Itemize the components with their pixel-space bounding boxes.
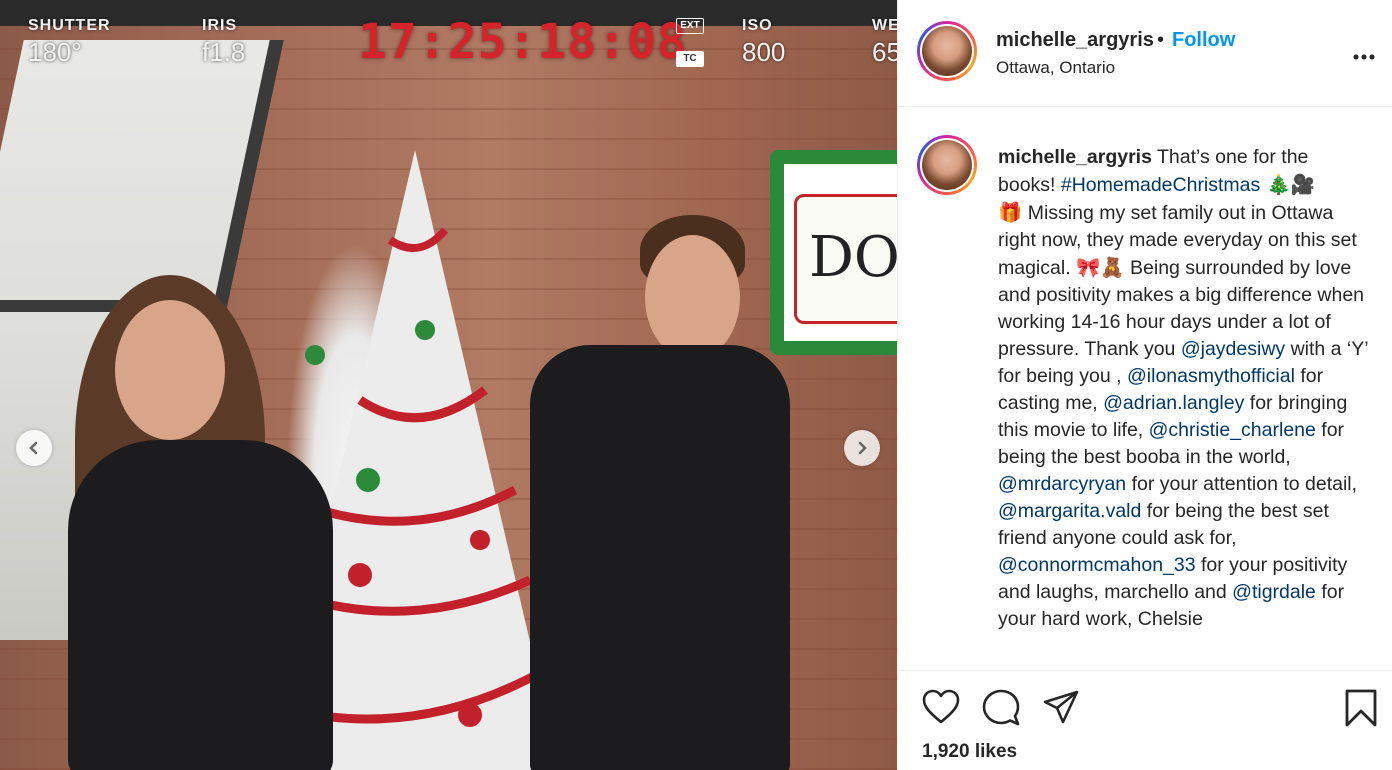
wb-label: WE xyxy=(872,17,897,34)
post-media[interactable]: DON SHUTTER 180° IRIS f1.8 17:25:18:08 E… xyxy=(0,0,897,770)
man-figure xyxy=(530,345,790,770)
shutter-label: SHUTTER xyxy=(28,17,111,34)
hashtag-link[interactable]: #HomemadeChristmas xyxy=(1061,174,1260,196)
action-bar: 1,920 likes xyxy=(898,670,1392,770)
more-options-button[interactable] xyxy=(1353,40,1375,66)
donation-sign: DON xyxy=(770,150,897,355)
comment-button[interactable] xyxy=(982,689,1020,732)
wb-value: 65 xyxy=(872,37,897,67)
previous-button[interactable] xyxy=(16,430,52,466)
caption-username[interactable]: michelle_argyris xyxy=(998,146,1152,168)
chevron-right-icon xyxy=(858,441,867,455)
caption-text: michelle_argyris That’s one for the book… xyxy=(998,146,1368,630)
mention-link[interactable]: @christie_charlene xyxy=(1149,419,1316,441)
like-button[interactable] xyxy=(922,689,960,730)
more-icon xyxy=(1353,54,1375,60)
post-sidebar: michelle_argyris • Follow Ottawa, Ontari… xyxy=(897,0,1392,770)
woman-face xyxy=(115,300,225,440)
heart-icon xyxy=(922,689,960,724)
caption-avatar[interactable] xyxy=(917,135,977,195)
iris-value: f1.8 xyxy=(202,37,246,67)
bookmark-icon xyxy=(1345,689,1377,727)
iso-label: ISO xyxy=(742,17,773,34)
tc-tag: TC xyxy=(676,51,704,67)
mention-link[interactable]: @connormcmahon_33 xyxy=(998,554,1196,576)
mention-link[interactable]: @mrdarcyryan xyxy=(998,473,1126,495)
mention-link[interactable]: @adrian.langley xyxy=(1103,392,1244,414)
mention-link[interactable]: @tigrdale xyxy=(1232,581,1316,603)
iso-value: 800 xyxy=(742,37,786,67)
sign-text: DON xyxy=(809,225,897,290)
next-button[interactable] xyxy=(844,430,880,466)
timecode: 17:25:18:08 xyxy=(358,14,687,70)
paper-plane-icon xyxy=(1043,690,1079,724)
header-username[interactable]: michelle_argyris xyxy=(996,29,1154,52)
avatar[interactable] xyxy=(917,21,977,81)
post-header: michelle_argyris • Follow Ottawa, Ontari… xyxy=(898,0,1392,107)
caption-area: michelle_argyris That’s one for the book… xyxy=(898,107,1392,670)
separator-dot: • xyxy=(1157,29,1165,51)
camera-hud: SHUTTER 180° IRIS f1.8 17:25:18:08 EXT T… xyxy=(0,0,897,72)
comment-icon xyxy=(982,689,1020,726)
location-link[interactable]: Ottawa, Ontario xyxy=(996,58,1115,78)
mention-link[interactable]: @ilonasmythofficial xyxy=(1127,365,1295,387)
avatar-image xyxy=(922,26,972,76)
chevron-left-icon xyxy=(29,441,38,455)
likes-count[interactable]: 1,920 likes xyxy=(922,741,1017,763)
shutter-value: 180° xyxy=(28,37,82,67)
follow-button[interactable]: Follow xyxy=(1172,29,1235,52)
woman-figure xyxy=(68,440,333,770)
mention-link[interactable]: @margarita.vald xyxy=(998,500,1141,522)
man-face xyxy=(645,235,740,360)
save-button[interactable] xyxy=(1344,689,1378,732)
ext-tag: EXT xyxy=(676,18,704,34)
share-button[interactable] xyxy=(1042,689,1080,732)
mention-link[interactable]: @jaydesiwy xyxy=(1181,338,1285,360)
iris-label: IRIS xyxy=(202,17,238,34)
